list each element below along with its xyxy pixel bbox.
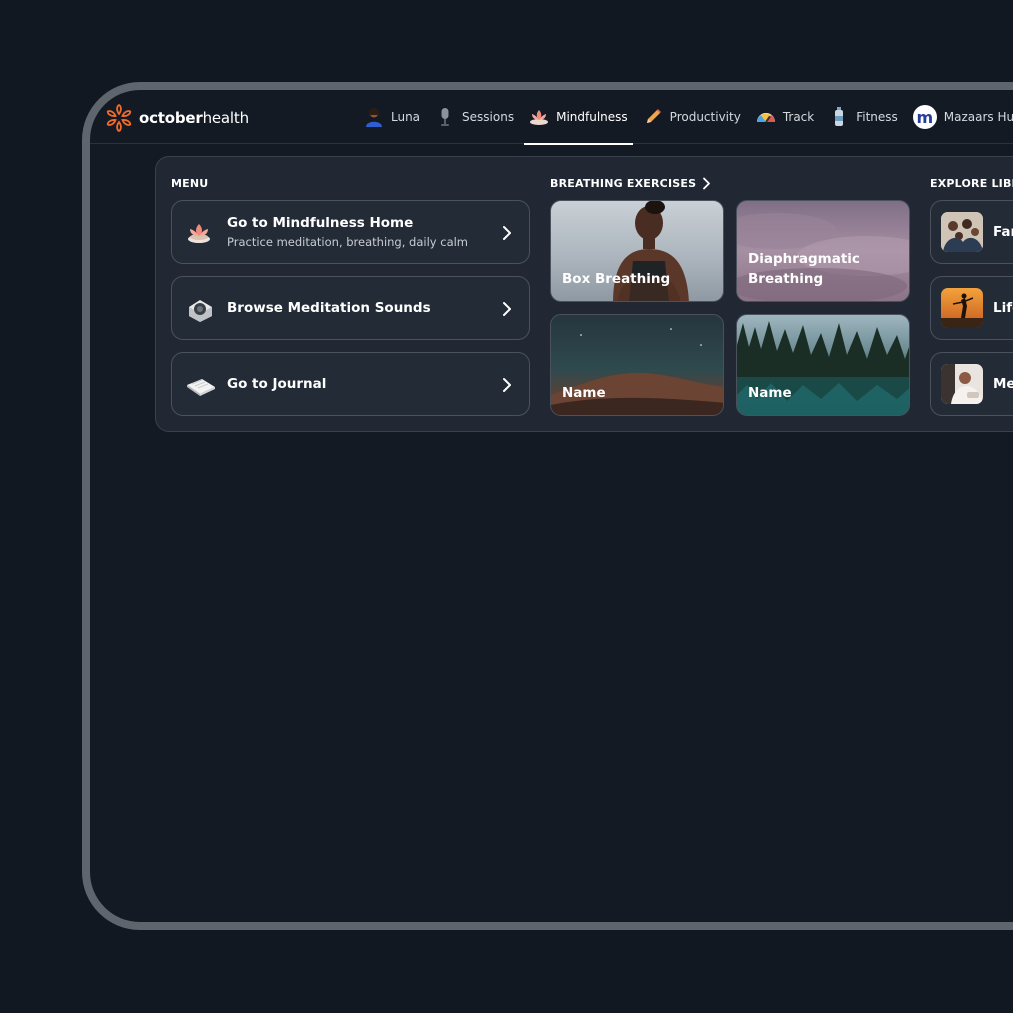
library-item-label: Meditation [993,376,1013,392]
breathing-card-label: Name [562,385,606,401]
menu-section-title: MENU [171,177,208,190]
library-item-family[interactable]: Family [930,200,1013,264]
chevron-right-icon [503,226,511,240]
nav-item-luna[interactable]: Luna [358,90,426,144]
menu-text: Go to Mindfulness Home Practice meditati… [227,201,468,263]
menu-text: Go to Journal [227,353,326,415]
mazaars-logo-icon: m [912,105,937,129]
breathing-card-box[interactable]: Box Breathing [550,200,724,302]
top-navbar: octoberhealth Luna Sessions Mindfulness [90,90,1013,145]
menu-item-title: Go to Journal [227,376,327,392]
family-thumbnail [941,212,983,252]
book-icon [186,373,215,397]
nav-item-track[interactable]: Track [750,90,820,144]
logo-wordmark: octoberhealth [139,109,249,127]
library-item-lifestyle[interactable]: Lifestyle [930,276,1013,340]
chevron-right-icon [503,302,511,316]
luna-avatar-icon [364,107,384,127]
breathing-exercises-header[interactable]: BREATHING EXERCISES [550,177,712,190]
library-item-label: Lifestyle [993,300,1013,316]
journal-link[interactable]: Go to Journal [171,352,530,416]
nav-label-mazaars-hub: Mazaars Hub [943,110,1013,124]
nav-label-fitness: Fitness [856,110,898,124]
app-window: octoberhealth Luna Sessions Mindfulness [82,82,1013,930]
pencil-icon [643,107,663,127]
nav-label-track: Track [782,110,815,124]
nav-items: Luna Sessions Mindfulness Productivity T… [358,90,1013,145]
menu-title-text: MENU [171,177,209,190]
nav-item-sessions[interactable]: Sessions [429,90,520,144]
lifestyle-thumbnail [941,288,983,328]
menu-item-title: Browse Meditation Sounds [227,300,431,316]
microphone-icon [435,107,455,127]
nav-item-mazaars-hub[interactable]: m Mazaars Hub [907,90,1013,144]
menu-item-title: Go to Mindfulness Home [227,215,414,231]
mindfulness-home-link[interactable]: Go to Mindfulness Home Practice meditati… [171,200,530,264]
speaker-icon [186,297,212,322]
menu-item-subtitle: Practice meditation, breathing, daily ca… [227,235,469,249]
lotus-icon [186,221,212,245]
mindfulness-dropdown-panel: MENU Go to Mindfulness Home Practice med… [155,156,1013,432]
library-item-meditation[interactable]: Meditation [930,352,1013,416]
breathing-card-diaphragmatic[interactable]: Diaphragmatic Breathing [736,200,910,302]
breathing-title-text: BREATHING EXERCISES [550,177,697,190]
nav-label-productivity: Productivity [669,110,741,124]
lotus-icon [529,107,549,127]
breathing-card-label: Name [748,385,792,401]
breathing-card-label: Diaphragmatic Breathing [748,251,860,287]
nav-label-mindfulness: Mindfulness [556,110,628,124]
library-title-text: EXPLORE LIBRARY [930,177,1013,190]
meditation-thumbnail [941,364,983,404]
menu-text: Browse Meditation Sounds [227,277,431,339]
nav-label-luna: Luna [391,110,421,124]
nav-item-productivity[interactable]: Productivity [637,90,747,144]
water-bottle-icon [829,107,849,127]
explore-library-header: EXPLORE LIBRARY [930,177,1013,190]
chevron-right-icon [703,177,711,190]
october-health-logo-icon [106,103,132,133]
gauge-icon [756,107,776,127]
meditation-sounds-link[interactable]: Browse Meditation Sounds [171,276,530,340]
nav-item-fitness[interactable]: Fitness [823,90,904,144]
library-item-label: Family [993,224,1013,240]
breathing-card-name-1[interactable]: Name [550,314,724,416]
nav-label-sessions: Sessions [462,110,515,124]
nav-item-mindfulness[interactable]: Mindfulness [523,90,634,145]
october-health-logo[interactable]: octoberhealth [104,101,249,135]
breathing-card-label: Box Breathing [562,271,671,287]
breathing-card-name-2[interactable]: Name [736,314,910,416]
chevron-right-icon [503,378,511,392]
